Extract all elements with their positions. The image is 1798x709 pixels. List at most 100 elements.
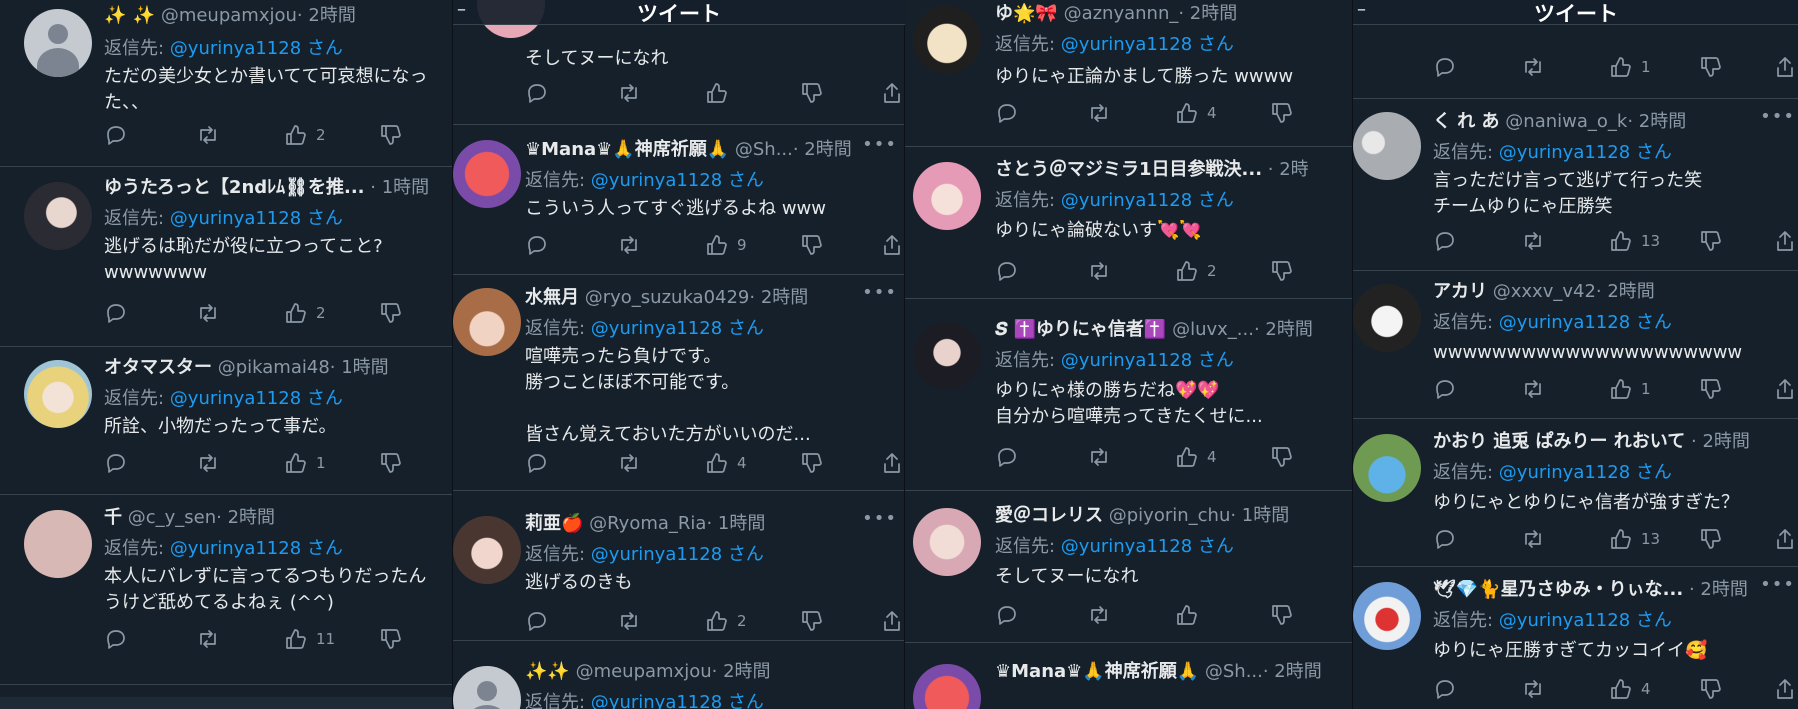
display-name[interactable]: ゆうたろっと【2ndﾚﾑ⛓を推... — [104, 177, 365, 198]
reply-mention[interactable]: @yurinya1128 さん — [1061, 34, 1234, 55]
tweet-card[interactable]: さとう＠マジミラ1日目参戦決... · 2時 返信先: @yurinya1128… — [905, 146, 1353, 299]
like-button[interactable]: 1 — [1609, 376, 1651, 402]
dislike-button[interactable] — [1270, 100, 1294, 126]
selfie-avatar[interactable] — [453, 516, 521, 584]
reply-mention[interactable]: @yurinya1128 さん — [170, 388, 343, 409]
reply-button[interactable] — [104, 122, 128, 148]
retweet-button[interactable] — [1087, 602, 1111, 628]
red-round-avatar[interactable] — [453, 140, 521, 208]
dislike-button[interactable] — [1699, 228, 1723, 254]
tweet-card[interactable]: ✨✨ @meupamxjou· 2時間 返信先: @yurinya1128 さん — [453, 640, 905, 709]
like-button[interactable]: 4 — [1609, 676, 1651, 702]
blonde-anime-avatar[interactable] — [24, 360, 92, 428]
reply-mention[interactable]: @yurinya1128 さん — [1499, 462, 1672, 483]
user-handle[interactable]: @Sh... — [735, 139, 793, 160]
pink-hair-avatar[interactable] — [913, 162, 981, 230]
like-button[interactable]: 1 — [284, 450, 326, 476]
reply-mention[interactable]: @yurinya1128 さん — [1061, 190, 1234, 211]
reply-mention[interactable]: @yurinya1128 さん — [591, 544, 764, 565]
reply-mention[interactable]: @yurinya1128 さん — [1061, 536, 1234, 557]
reply-mention[interactable]: @yurinya1128 さん — [591, 170, 764, 191]
share-button[interactable] — [1773, 54, 1797, 80]
reply-button[interactable] — [525, 608, 549, 634]
user-handle[interactable]: @aznyannn_ — [1064, 3, 1179, 24]
reply-mention[interactable]: @yurinya1128 さん — [170, 538, 343, 559]
reply-mention[interactable]: @yurinya1128 さん — [170, 208, 343, 229]
tweet-card[interactable]: かおり 追兎 ぱみりー れおいて · 2時間 返信先: @yurinya1128… — [1353, 418, 1798, 567]
user-handle[interactable]: @pikamai48 — [218, 357, 330, 378]
reply-mention[interactable]: @yurinya1128 さん — [591, 318, 764, 339]
like-button[interactable]: 2 — [284, 300, 326, 326]
reply-mention[interactable]: @yurinya1128 さん — [591, 692, 764, 709]
dislike-button[interactable] — [1270, 444, 1294, 470]
more-options-icon[interactable]: ••• — [862, 134, 897, 155]
photo-avatar[interactable] — [913, 322, 981, 390]
share-button[interactable] — [880, 80, 904, 106]
reply-button[interactable] — [995, 602, 1019, 628]
reply-button[interactable] — [1433, 54, 1457, 80]
reply-mention[interactable]: @yurinya1128 さん — [1061, 350, 1234, 371]
tweet-card[interactable]: ゆうたろっと【2ndﾚﾑ⛓を推... · 1時間 返信先: @yurinya11… — [0, 166, 452, 347]
reply-mention[interactable]: @yurinya1128 さん — [1499, 610, 1672, 631]
like-button[interactable] — [705, 80, 729, 106]
reply-button[interactable] — [995, 444, 1019, 470]
like-button[interactable]: 1 — [1609, 54, 1651, 80]
tweet-card[interactable]: 千 @c_y_sen· 2時間 返信先: @yurinya1128 さん 本人に… — [0, 494, 452, 685]
display-name[interactable]: く れ あ — [1433, 111, 1500, 132]
tweet-card[interactable]: 莉亜🍎 @Ryoma_Ria· 1時間 ••• 返信先: @yurinya112… — [453, 490, 905, 641]
more-options-icon[interactable]: ••• — [1760, 106, 1795, 127]
dislike-button[interactable] — [1699, 54, 1723, 80]
gray-avatar[interactable] — [1353, 112, 1421, 180]
like-button[interactable] — [1175, 602, 1199, 628]
like-button[interactable]: 9 — [705, 232, 747, 258]
user-handle[interactable]: @xxxv_v42 — [1493, 281, 1596, 302]
dislike-button[interactable] — [1270, 258, 1294, 284]
display-name[interactable]: かおり 追兎 ぱみりー れおいて — [1433, 431, 1685, 452]
retweet-button[interactable] — [196, 122, 220, 148]
tweet-card[interactable]: オタマスター @pikamai48· 1時間 返信先: @yurinya1128… — [0, 346, 452, 495]
display-name[interactable]: ✨✨ — [525, 661, 570, 682]
tweet-card[interactable]: ゆ🌟🎀 @aznyannn_· 2時間 返信先: @yurinya1128 さん… — [905, 0, 1353, 147]
reply-mention[interactable]: @yurinya1128 さん — [1499, 312, 1672, 333]
retweet-button[interactable] — [617, 80, 641, 106]
like-button[interactable]: 2 — [284, 122, 326, 148]
reply-button[interactable] — [104, 626, 128, 652]
display-name[interactable]: オタマスター — [104, 357, 212, 378]
more-options-icon[interactable]: ••• — [1760, 574, 1795, 595]
user-handle[interactable]: @ryo_suzuka0429 — [585, 287, 750, 308]
more-options-icon[interactable]: ••• — [862, 508, 897, 529]
user-handle[interactable]: @luvx_... — [1172, 319, 1254, 340]
retweet-button[interactable] — [196, 450, 220, 476]
retweet-button[interactable] — [196, 626, 220, 652]
like-button[interactable]: 4 — [705, 450, 747, 476]
dark-hair-avatar[interactable] — [24, 182, 92, 250]
like-button[interactable]: 13 — [1609, 228, 1660, 254]
tweet-card[interactable]: 愛＠コレリス @piyorin_chu· 1時間 返信先: @yurinya11… — [905, 490, 1353, 643]
like-button[interactable]: 2 — [705, 608, 747, 634]
retweet-button[interactable] — [1521, 376, 1545, 402]
retweet-button[interactable] — [1087, 444, 1111, 470]
display-name[interactable]: ♛Mana♛🙏神席祈願🙏 — [995, 661, 1199, 682]
manga-avatar[interactable] — [1353, 284, 1421, 352]
user-handle[interactable]: @piyorin_chu — [1109, 505, 1231, 526]
share-button[interactable] — [1773, 526, 1797, 552]
pastel-avatar[interactable] — [913, 508, 981, 576]
display-name[interactable]: 𝑺 ✝️ゆりにゃ信者✝️ — [995, 319, 1166, 340]
default-avatar-icon[interactable] — [24, 9, 92, 77]
user-handle[interactable]: @naniwa_o_k — [1505, 111, 1627, 132]
default-avatar-icon[interactable] — [453, 666, 521, 709]
retweet-button[interactable] — [196, 300, 220, 326]
drink-avatar[interactable] — [1353, 434, 1421, 502]
dislike-button[interactable] — [379, 626, 403, 652]
display-name[interactable]: ゆ🌟🎀 — [995, 3, 1058, 24]
reply-button[interactable] — [995, 100, 1019, 126]
display-name[interactable]: アカリ — [1433, 281, 1487, 302]
retweet-button[interactable] — [617, 450, 641, 476]
tweet-card[interactable]: 🕊💎🐈星乃さゆみ・りぃな... · 2時間 ••• 返信先: @yurinya1… — [1353, 566, 1798, 709]
reply-button[interactable] — [525, 232, 549, 258]
display-name[interactable]: ♛Mana♛🙏神席祈願🙏 — [525, 139, 729, 160]
like-button[interactable]: 4 — [1175, 444, 1217, 470]
retweet-button[interactable] — [1521, 526, 1545, 552]
dislike-button[interactable] — [1699, 676, 1723, 702]
reply-button[interactable] — [1433, 228, 1457, 254]
